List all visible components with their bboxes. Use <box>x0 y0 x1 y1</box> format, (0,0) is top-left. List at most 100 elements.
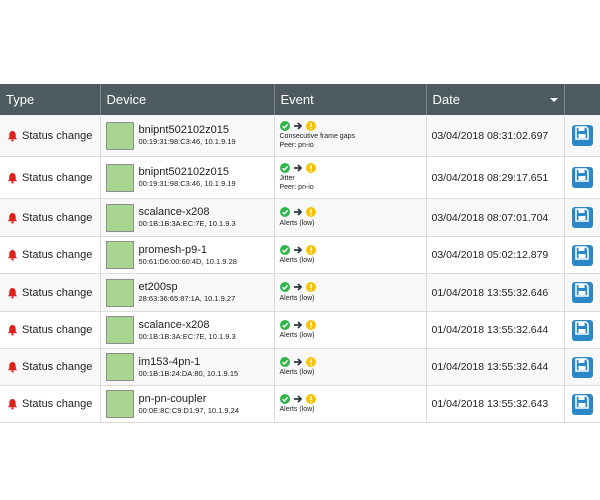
save-icon <box>575 357 589 377</box>
sort-desc-icon[interactable] <box>549 98 558 102</box>
save-button[interactable] <box>571 244 593 266</box>
event-date: 01/04/2018 13:55:32.646 <box>431 286 549 299</box>
date-cell: 01/04/2018 13:55:32.643 <box>426 385 565 423</box>
type-cell: Status change <box>0 198 101 237</box>
type-cell: Status change <box>0 156 101 199</box>
device-cell: bnipnt502102z015 00:19:31:98:C3:46, 10.1.… <box>100 115 275 157</box>
event-text: Alerts (low) <box>279 406 315 413</box>
type-cell: Status change <box>0 348 101 386</box>
device-name[interactable]: promesh-p9-1 <box>139 244 237 257</box>
column-header-actions <box>564 84 600 115</box>
action-cell <box>564 156 600 199</box>
bell-icon <box>7 287 18 299</box>
date-cell: 03/04/2018 05:02:12.879 <box>426 236 565 274</box>
device-name[interactable]: et200sp <box>139 281 236 294</box>
column-header-type[interactable]: Type <box>0 84 101 115</box>
event-cell: Alerts (low) <box>274 348 427 386</box>
save-button[interactable] <box>571 319 593 341</box>
date-cell: 01/04/2018 13:55:32.644 <box>426 348 565 386</box>
type-cell: Status change <box>0 311 101 349</box>
action-cell <box>564 311 600 349</box>
save-button[interactable] <box>571 207 593 228</box>
date-cell: 01/04/2018 13:55:32.644 <box>426 311 565 349</box>
bell-icon <box>7 324 18 336</box>
event-text: Consecutive frame gaps <box>279 133 355 140</box>
type-label: Status change <box>22 171 93 184</box>
device-name[interactable]: im153-4pn-1 <box>139 356 239 369</box>
table-row[interactable]: Status change et200sp 28:63:36:65:87:1A, 1… <box>0 273 600 312</box>
type-label: Status change <box>22 129 93 142</box>
type-label: Status change <box>22 211 93 224</box>
device-thumbnail[interactable] <box>105 241 134 269</box>
device-name[interactable]: bnipnt502102z015 <box>139 124 236 137</box>
table-row[interactable]: Status change scalance-x208 00:1B:1B:3A:EC… <box>0 311 600 349</box>
save-button[interactable] <box>571 167 593 188</box>
action-cell <box>564 115 600 157</box>
device-cell: bnipnt502102z015 00:19:31:98:C3:46, 10.1.… <box>100 156 275 199</box>
device-thumbnail[interactable] <box>105 163 134 192</box>
event-text: Alerts (low) <box>279 257 315 264</box>
bell-icon <box>7 361 18 373</box>
save-icon <box>575 320 589 340</box>
device-address: 00:0E:8C:C9:D1:97, 10.1.9.24 <box>138 405 240 415</box>
device-cell: promesh-p9-1 50:61:D6:00:60:4D, 10.1.9.28 <box>100 236 275 274</box>
device-name[interactable]: scalance-x208 <box>139 319 236 332</box>
bell-icon <box>7 130 18 142</box>
device-address: 00:1B:1B:24:DA:80, 10.1.9.15 <box>138 368 239 378</box>
save-icon <box>575 394 589 414</box>
device-name[interactable]: bnipnt502102z015 <box>139 166 236 179</box>
type-cell: Status change <box>0 385 101 423</box>
event-date: 01/04/2018 13:55:32.643 <box>431 398 549 410</box>
action-cell <box>564 198 600 237</box>
type-label: Status change <box>22 398 93 410</box>
save-icon <box>575 208 589 227</box>
device-cell: scalance-x208 00:1B:1B:3A:EC:7E, 10.1.9.3 <box>100 198 275 237</box>
device-thumbnail[interactable] <box>105 278 134 307</box>
action-cell <box>564 236 600 274</box>
save-button[interactable] <box>571 125 593 146</box>
table-row[interactable]: Status change pn-pn-coupler 00:0E:8C:C9:D1… <box>0 385 600 423</box>
date-cell: 03/04/2018 08:07:01.704 <box>426 198 565 237</box>
table-row[interactable]: Status change bnipnt502102z015 00:19:31:98… <box>0 156 600 199</box>
table-row[interactable]: Status change promesh-p9-1 50:61:D6:00:60:… <box>0 236 600 274</box>
device-address: 50:61:D6:00:60:4D, 10.1.9.28 <box>138 256 237 266</box>
type-label: Status change <box>22 361 93 373</box>
bell-icon <box>7 172 18 184</box>
save-icon <box>575 283 589 302</box>
type-label: Status change <box>22 286 93 299</box>
action-cell <box>564 273 600 312</box>
device-thumbnail[interactable] <box>105 121 134 150</box>
save-button[interactable] <box>571 393 593 415</box>
column-header-event[interactable]: Event <box>274 84 427 115</box>
event-text: Alerts (low) <box>279 219 315 227</box>
device-thumbnail[interactable] <box>105 316 134 344</box>
event-date: 03/04/2018 05:02:12.879 <box>431 249 549 261</box>
device-name[interactable]: pn-pn-coupler <box>139 393 240 406</box>
event-cell: Alerts (low) <box>274 385 427 423</box>
event-date: 01/04/2018 13:55:32.644 <box>431 324 549 336</box>
type-label: Status change <box>22 249 93 261</box>
device-cell: im153-4pn-1 00:1B:1B:24:DA:80, 10.1.9.15 <box>100 348 275 386</box>
column-header-device[interactable]: Device <box>100 84 275 115</box>
table-row[interactable]: Status change bnipnt502102z015 00:19:31:98… <box>0 115 600 157</box>
save-button[interactable] <box>571 282 593 303</box>
event-text: Alerts (low) <box>279 294 315 302</box>
save-button[interactable] <box>571 356 593 378</box>
device-address: 00:1B:1B:3A:EC:7E, 10.1.9.3 <box>138 331 236 341</box>
event-cell: Jitter Peer: pn-io <box>274 156 427 199</box>
column-header-date[interactable]: Date <box>426 84 565 115</box>
device-thumbnail[interactable] <box>105 203 134 232</box>
type-cell: Status change <box>0 273 101 312</box>
table-row[interactable]: Status change im153-4pn-1 00:1B:1B:24:DA:8… <box>0 348 600 386</box>
table-header-row: Type Device Event Date <box>0 84 600 115</box>
date-cell: 03/04/2018 08:31:02.697 <box>426 115 565 157</box>
date-cell: 01/04/2018 13:55:32.646 <box>426 273 565 312</box>
event-date: 03/04/2018 08:29:17.651 <box>431 171 549 184</box>
column-header-date-label: Date <box>432 92 460 107</box>
type-label: Status change <box>22 324 93 336</box>
device-thumbnail[interactable] <box>105 353 134 381</box>
device-name[interactable]: scalance-x208 <box>139 206 236 219</box>
device-thumbnail[interactable] <box>105 390 134 418</box>
table-row[interactable]: Status change scalance-x208 00:1B:1B:3A:EC… <box>0 198 600 237</box>
event-date: 01/04/2018 13:55:32.644 <box>431 361 549 373</box>
